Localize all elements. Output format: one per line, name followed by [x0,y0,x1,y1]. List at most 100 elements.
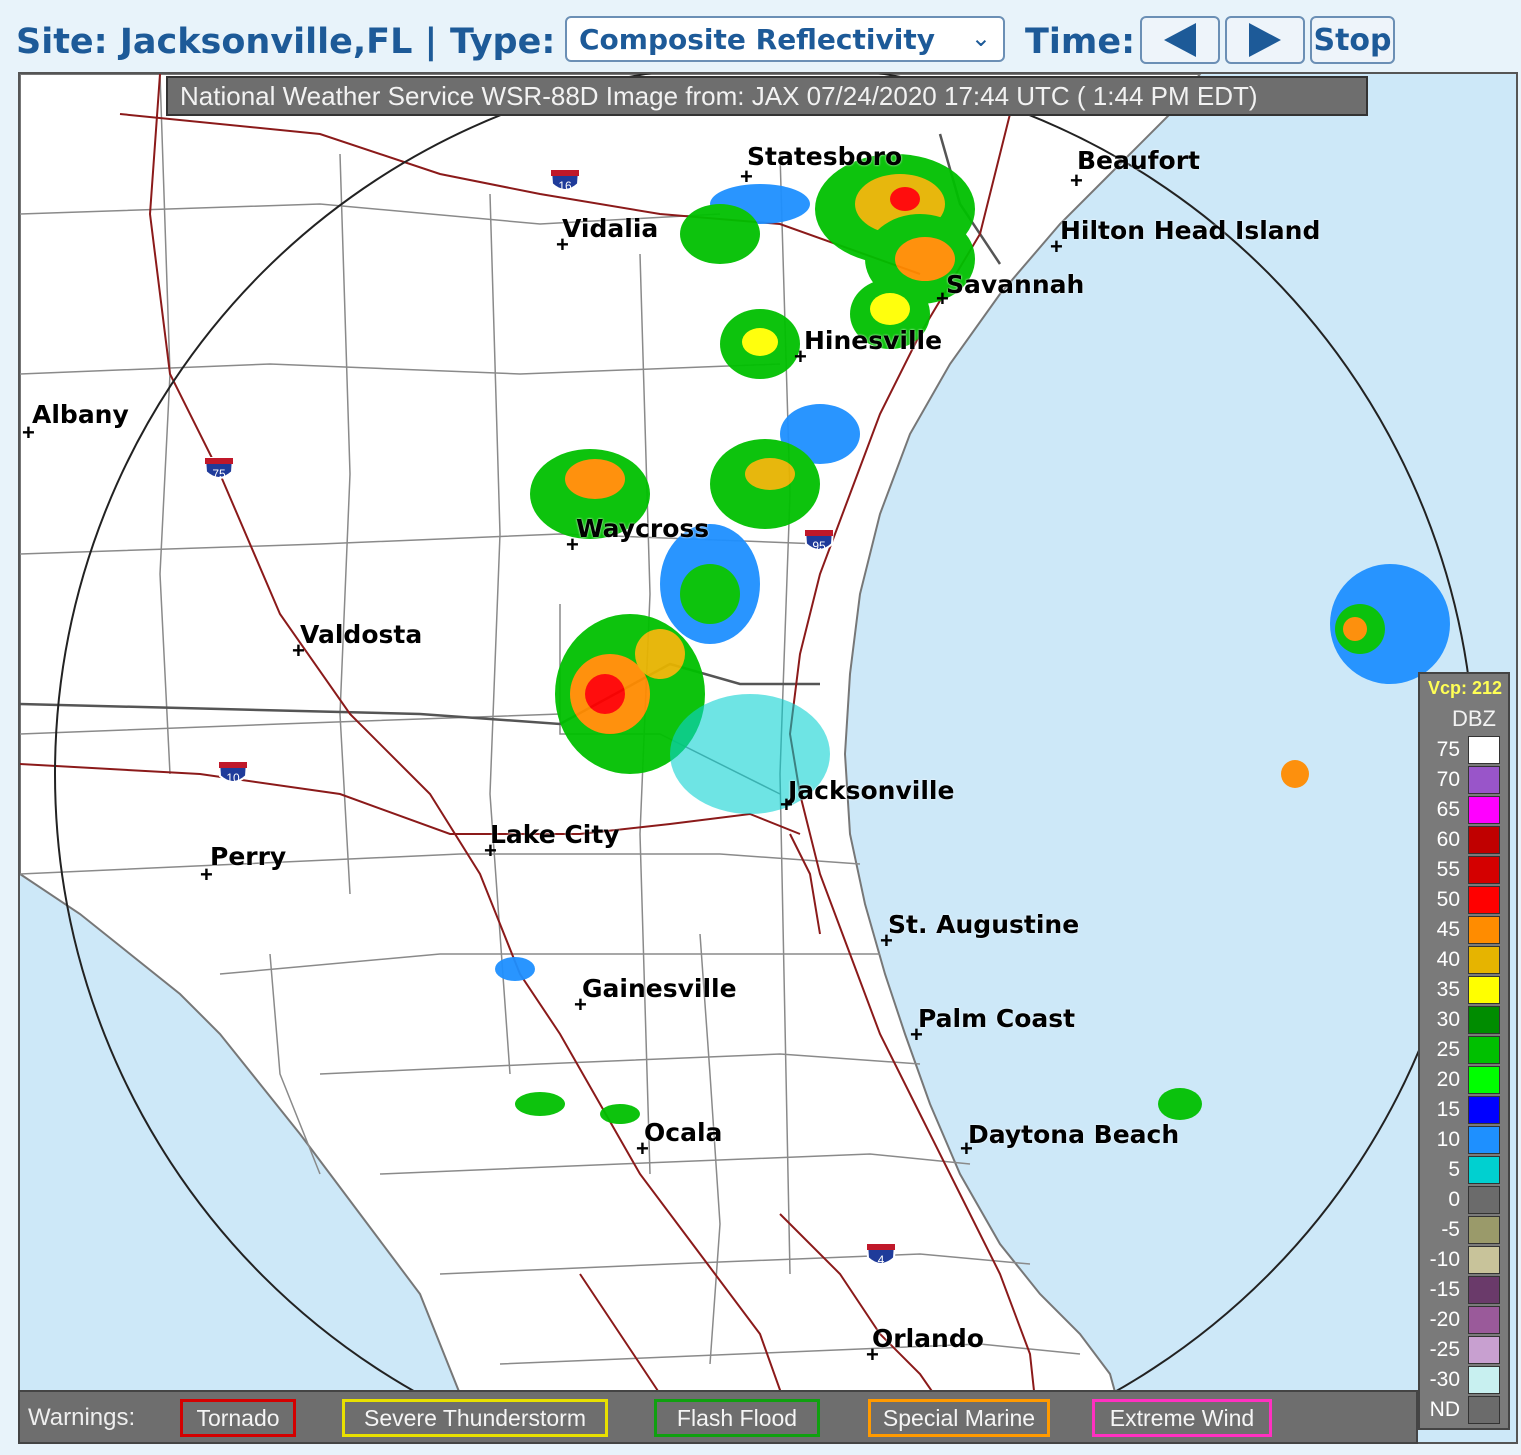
legend-color-swatch [1468,1186,1500,1214]
legend-row: -5 [1424,1216,1506,1246]
interstate-shield-icon: 95 [803,529,835,553]
city-marker: + [574,992,587,1017]
next-frame-button[interactable] [1225,16,1305,64]
site-label: Site: Jacksonville,FL | [16,22,438,62]
legend-color-swatch [1468,1096,1500,1124]
warning-tornado-button[interactable]: Tornado [180,1399,296,1437]
legend-row: 55 [1424,856,1506,886]
city-label: Daytona Beach [968,1120,1180,1149]
city-label: Ocala [644,1118,723,1147]
legend-level-label: 0 [1448,1188,1460,1211]
city-label: Savannah [946,270,1085,299]
arrow-right-icon [1249,23,1281,57]
city-marker: + [910,1022,923,1047]
city-marker: + [22,420,35,445]
top-toolbar: Site: Jacksonville,FL | Type: Composite … [0,0,1521,72]
dbz-legend: Vcp: 212 DBZ 75 70 65 60 55 50 45 40 35 30 25 20 15 1… [1418,672,1510,1430]
legend-color-swatch [1468,1066,1500,1094]
city-marker: + [566,532,579,557]
legend-level-label: 45 [1436,918,1460,941]
legend-color-swatch [1468,766,1500,794]
legend-row: -30 [1424,1366,1506,1396]
legend-row: 65 [1424,796,1506,826]
interstate-shield-icon: 4 [865,1243,897,1267]
legend-row: 15 [1424,1096,1506,1126]
city-marker: + [794,344,807,369]
city-marker: + [780,792,793,817]
legend-level-label: -10 [1429,1248,1460,1271]
stop-button[interactable]: Stop [1310,16,1395,64]
legend-level-label: -15 [1429,1278,1460,1301]
city-label: Statesboro [747,142,903,171]
legend-color-swatch [1468,826,1500,854]
legend-color-swatch [1468,1156,1500,1184]
legend-color-swatch [1468,916,1500,944]
legend-level-label: 20 [1436,1068,1460,1091]
legend-level-label: 10 [1436,1128,1460,1151]
arrow-left-icon [1164,23,1196,57]
city-label: Hilton Head Island [1060,216,1321,245]
svg-text:95: 95 [812,539,826,553]
legend-level-label: 65 [1436,798,1460,821]
legend-row: 45 [1424,916,1506,946]
city-marker: + [1050,234,1063,259]
legend-row: 0 [1424,1186,1506,1216]
legend-row: 25 [1424,1036,1506,1066]
legend-row: 75 [1424,736,1506,766]
city-marker: + [1070,168,1083,193]
legend-color-swatch [1468,976,1500,1004]
city-label: Palm Coast [918,1004,1076,1033]
city-label: Lake City [490,820,620,849]
city-label: Orlando [872,1324,984,1353]
legend-row: -20 [1424,1306,1506,1336]
interstate-shield-icon: 10 [217,761,249,785]
city-label: Waycross [576,514,710,543]
legend-color-swatch [1468,856,1500,884]
legend-unit: DBZ [1452,706,1496,731]
time-label: Time: [1025,22,1136,62]
city-marker: + [556,232,569,257]
city-label: Vidalia [562,214,659,243]
legend-color-swatch [1468,736,1500,764]
legend-level-label: 75 [1436,738,1460,761]
legend-row: 40 [1424,946,1506,976]
legend-row: 20 [1424,1066,1506,1096]
legend-color-swatch [1468,1126,1500,1154]
type-label: Type: [450,22,556,62]
legend-row: 30 [1424,1006,1506,1036]
legend-row: ND [1424,1396,1506,1426]
city-label: Valdosta [300,620,423,649]
legend-level-label: 25 [1436,1038,1460,1061]
legend-row: -15 [1424,1276,1506,1306]
legend-color-swatch [1468,1366,1500,1394]
legend-level-label: -30 [1429,1368,1460,1391]
product-type-select[interactable]: Composite Reflectivity ⌄ [565,16,1005,62]
city-marker: + [960,1136,973,1161]
city-label: Hinesville [804,326,943,355]
legend-color-swatch [1468,796,1500,824]
city-marker: + [866,1342,879,1367]
legend-color-swatch [1468,1276,1500,1304]
warning-flash-flood-button[interactable]: Flash Flood [654,1399,820,1437]
warnings-label: Warnings: [28,1404,136,1431]
warnings-bar: Warnings: Tornado Severe Thunderstorm Fl… [18,1390,1418,1444]
city-marker: + [200,862,213,887]
warning-special-marine-button[interactable]: Special Marine [868,1399,1050,1437]
svg-text:16: 16 [558,179,572,193]
city-label: St. Augustine [888,910,1080,939]
legend-level-label: ND [1429,1398,1460,1421]
city-label: Albany [32,400,129,429]
city-label: Beaufort [1077,146,1201,175]
warning-severe-thunderstorm-button[interactable]: Severe Thunderstorm [342,1399,608,1437]
warning-extreme-wind-button[interactable]: Extreme Wind [1092,1399,1272,1437]
city-label: Perry [210,842,287,871]
legend-color-swatch [1468,1336,1500,1364]
legend-row: 35 [1424,976,1506,1006]
previous-frame-button[interactable] [1140,16,1220,64]
legend-level-label: 40 [1436,948,1460,971]
radar-map[interactable]: Statesboro Beaufort Vidalia Hilton Head … [18,72,1518,1444]
legend-level-label: -20 [1429,1308,1460,1331]
legend-color-swatch [1468,886,1500,914]
legend-row: 10 [1424,1126,1506,1156]
interstate-shield-icon: 75 [203,457,235,481]
